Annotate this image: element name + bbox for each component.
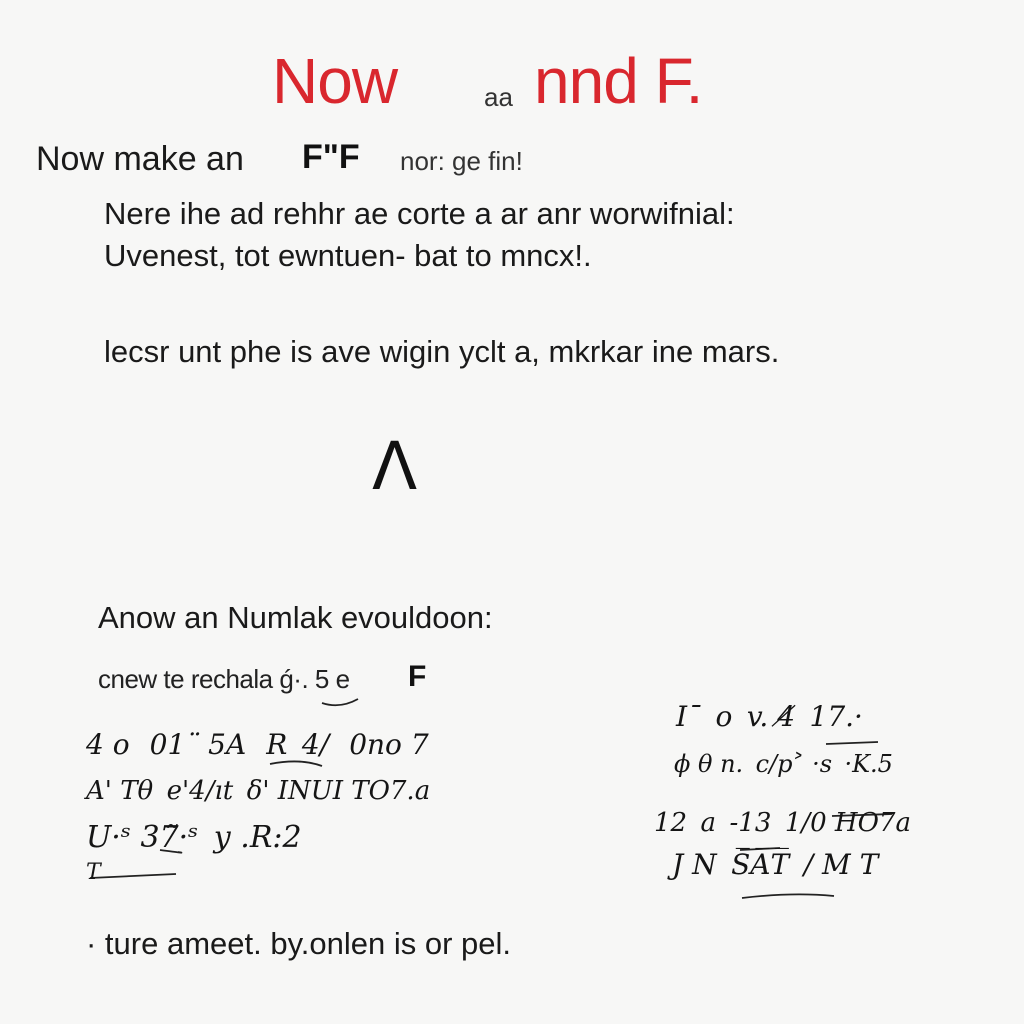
handwritten-right-line-2: ϕ θ n. c/p˃ ·s ·K.5 [674,750,893,778]
handwritten-right-line-4: J N S̅A̅T̅ / M T [672,848,879,881]
handwritten-left-line-1: 4 o 01¨ 5A R 4/ 0no 7 [86,728,429,761]
footer-line: · ture ameet. by.onlen is or pel. [86,926,512,961]
handwritten-left-line-3: U·ˢ 37̃·ˢ y .R:2 [86,820,302,855]
handwritten-left-line-2: A' Tθ e'4/ıt δ' INUI TO7.a [86,776,431,806]
handwritten-right-line-1: Iˉ o v. 4̸ 17.· [676,700,869,733]
document-page: Now aa nnd F. Now make an FʺF nor: ge fi… [0,0,1024,1024]
handwritten-left-line-4: T [86,860,101,885]
handwritten-right-line-3: 12 a -13 1/0 HO7a [654,808,911,838]
